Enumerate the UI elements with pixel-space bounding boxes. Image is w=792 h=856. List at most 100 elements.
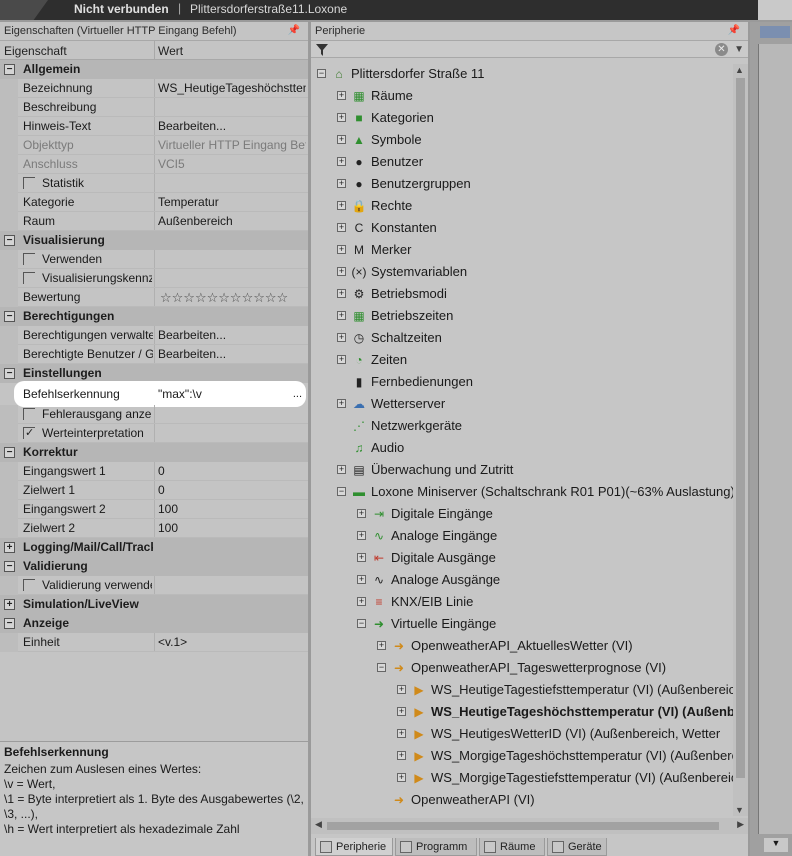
expand-toggle-icon[interactable]: + xyxy=(337,311,346,320)
scroll-corner[interactable]: ▼ xyxy=(764,838,788,852)
property-row-zielwert-2[interactable]: Zielwert 2 100 xyxy=(0,519,308,538)
expand-toggle-icon[interactable]: + xyxy=(337,465,346,474)
category-logging-mail-call-track[interactable]: + Logging/Mail/Call/Track xyxy=(0,538,308,557)
property-value[interactable]: 100 xyxy=(158,500,306,519)
expand-toggle-icon[interactable]: − xyxy=(4,561,15,572)
expand-toggle-icon[interactable]: + xyxy=(337,201,346,210)
expand-toggle-icon[interactable]: + xyxy=(357,531,366,540)
expand-toggle-icon[interactable]: − xyxy=(4,368,15,379)
expand-toggle-icon[interactable]: − xyxy=(317,69,326,78)
property-row-kategorie[interactable]: Kategorie Temperatur xyxy=(0,193,308,212)
property-row-visualisierungskennzeichnung[interactable]: Visualisierungskennzeichnung xyxy=(0,269,308,288)
property-row-berechtigungen-verwalten[interactable]: Berechtigungen verwalten Bearbeiten... xyxy=(0,326,308,345)
clear-filter-icon[interactable]: ✕ xyxy=(715,43,728,56)
checkbox[interactable] xyxy=(23,253,35,265)
property-row-eingangswert-1[interactable]: Eingangswert 1 0 xyxy=(0,462,308,481)
expand-toggle-icon[interactable]: + xyxy=(397,685,406,694)
expand-toggle-icon[interactable]: + xyxy=(4,542,15,553)
property-row-fehlerausgang-anzeigen[interactable]: Fehlerausgang anzeigen xyxy=(0,405,308,424)
property-row-statistik[interactable]: Statistik xyxy=(0,174,308,193)
property-row-befehlserkennung[interactable]: Befehlserkennung "max":\v... xyxy=(16,383,304,405)
category-validierung[interactable]: − Validierung xyxy=(0,557,308,576)
property-row-zielwert-1[interactable]: Zielwert 1 0 xyxy=(0,481,308,500)
category-einstellungen[interactable]: − Einstellungen xyxy=(0,364,308,383)
expand-toggle-icon[interactable]: + xyxy=(337,113,346,122)
expand-toggle-icon[interactable]: + xyxy=(357,553,366,562)
property-value[interactable]: 100 xyxy=(158,519,306,538)
scroll-up-icon[interactable]: ▲ xyxy=(735,65,744,75)
property-row-validierung-verwenden[interactable]: Validierung verwenden xyxy=(0,576,308,595)
property-row-werteinterpretation[interactable]: Werteinterpretation xyxy=(0,424,308,443)
checkbox[interactable] xyxy=(23,408,35,420)
vertical-scroll-thumb[interactable] xyxy=(736,78,745,778)
expand-toggle-icon[interactable]: + xyxy=(337,135,346,144)
property-row-raum[interactable]: Raum Außenbereich xyxy=(0,212,308,231)
window-control[interactable] xyxy=(758,0,792,20)
scroll-left-icon[interactable]: ◀ xyxy=(315,819,322,830)
property-row-hinweis-text[interactable]: Hinweis-Text Bearbeiten... xyxy=(0,117,308,136)
expand-toggle-icon[interactable]: + xyxy=(397,707,406,716)
property-value[interactable]: Temperatur xyxy=(158,193,306,212)
expand-toggle-icon[interactable]: + xyxy=(357,575,366,584)
expand-toggle-icon[interactable]: − xyxy=(337,487,346,496)
tab-peripherie[interactable]: Peripherie xyxy=(315,838,393,856)
property-value[interactable]: WS_HeutigeTageshöchsttemperatur xyxy=(158,79,306,98)
horizontal-scrollbar[interactable]: ◀ ▶ xyxy=(311,818,748,834)
category-anzeige[interactable]: − Anzeige xyxy=(0,614,308,633)
property-row-beschreibung[interactable]: Beschreibung xyxy=(0,98,308,117)
expand-toggle-icon[interactable]: + xyxy=(337,91,346,100)
expand-toggle-icon[interactable]: + xyxy=(337,179,346,188)
category-berechtigungen[interactable]: − Berechtigungen xyxy=(0,307,308,326)
expand-toggle-icon[interactable]: + xyxy=(337,245,346,254)
expand-toggle-icon[interactable]: + xyxy=(337,223,346,232)
app-menu-corner[interactable] xyxy=(0,0,48,20)
expand-toggle-icon[interactable]: + xyxy=(397,729,406,738)
property-value[interactable]: Bearbeiten... xyxy=(158,117,306,136)
tab-programm[interactable]: Programm xyxy=(395,838,477,856)
expand-toggle-icon[interactable]: + xyxy=(397,773,406,782)
chevron-down-icon[interactable]: ▼ xyxy=(734,44,744,55)
expand-toggle-icon[interactable]: − xyxy=(4,235,15,246)
expand-toggle-icon[interactable]: + xyxy=(357,597,366,606)
property-value[interactable]: 0 xyxy=(158,462,306,481)
scroll-right-icon[interactable]: ▶ xyxy=(737,819,744,830)
property-value[interactable]: Bearbeiten... xyxy=(158,345,306,364)
expand-toggle-icon[interactable]: + xyxy=(4,599,15,610)
category-korrektur[interactable]: − Korrektur xyxy=(0,443,308,462)
property-row-einheit[interactable]: Einheit <v.1> xyxy=(0,633,308,652)
expand-toggle-icon[interactable]: + xyxy=(377,641,386,650)
expand-toggle-icon[interactable]: + xyxy=(337,289,346,298)
tab-geräte[interactable]: Geräte xyxy=(547,838,607,856)
vertical-scrollbar[interactable]: ▲ ▼ xyxy=(733,64,748,816)
property-value[interactable]: Außenbereich xyxy=(158,212,306,231)
filter-icon[interactable] xyxy=(316,44,328,56)
pin-icon[interactable]: 📌 xyxy=(728,22,740,40)
category-simulation-liveview[interactable]: + Simulation/LiveView xyxy=(0,595,308,614)
property-value[interactable]: 0 xyxy=(158,481,306,500)
befehlserkennung-input[interactable]: "max":\v xyxy=(158,383,288,405)
filter-bar[interactable]: ✕ ▼ xyxy=(311,40,748,58)
category-allgemein[interactable]: − Allgemein xyxy=(0,60,308,79)
pin-icon[interactable]: 📌 xyxy=(288,22,300,40)
property-row-verwenden[interactable]: Verwenden xyxy=(0,250,308,269)
property-value[interactable]: <v.1> xyxy=(158,633,306,652)
expand-toggle-icon[interactable]: − xyxy=(4,311,15,322)
expand-toggle-icon[interactable]: − xyxy=(4,64,15,75)
checkbox[interactable] xyxy=(23,177,35,189)
expand-toggle-icon[interactable]: + xyxy=(337,399,346,408)
expand-toggle-icon[interactable]: + xyxy=(337,267,346,276)
checkbox[interactable] xyxy=(23,424,35,443)
program-canvas[interactable] xyxy=(758,44,792,834)
expand-toggle-icon[interactable]: − xyxy=(4,618,15,629)
property-row-eingangswert-2[interactable]: Eingangswert 2 100 xyxy=(0,500,308,519)
document-tab[interactable] xyxy=(760,26,790,38)
category-visualisierung[interactable]: − Visualisierung xyxy=(0,231,308,250)
checkbox[interactable] xyxy=(23,579,35,591)
property-row-bewertung[interactable]: Bewertung ☆☆☆☆☆☆☆☆☆☆☆ xyxy=(0,288,308,307)
expand-toggle-icon[interactable]: + xyxy=(337,355,346,364)
expand-toggle-icon[interactable]: − xyxy=(377,663,386,672)
property-row-bezeichnung[interactable]: Bezeichnung WS_HeutigeTageshöchsttemperat… xyxy=(0,79,308,98)
expand-toggle-icon[interactable]: + xyxy=(337,157,346,166)
rating-stars[interactable]: ☆☆☆☆☆☆☆☆☆☆☆ xyxy=(160,288,288,307)
expand-toggle-icon[interactable]: + xyxy=(397,751,406,760)
